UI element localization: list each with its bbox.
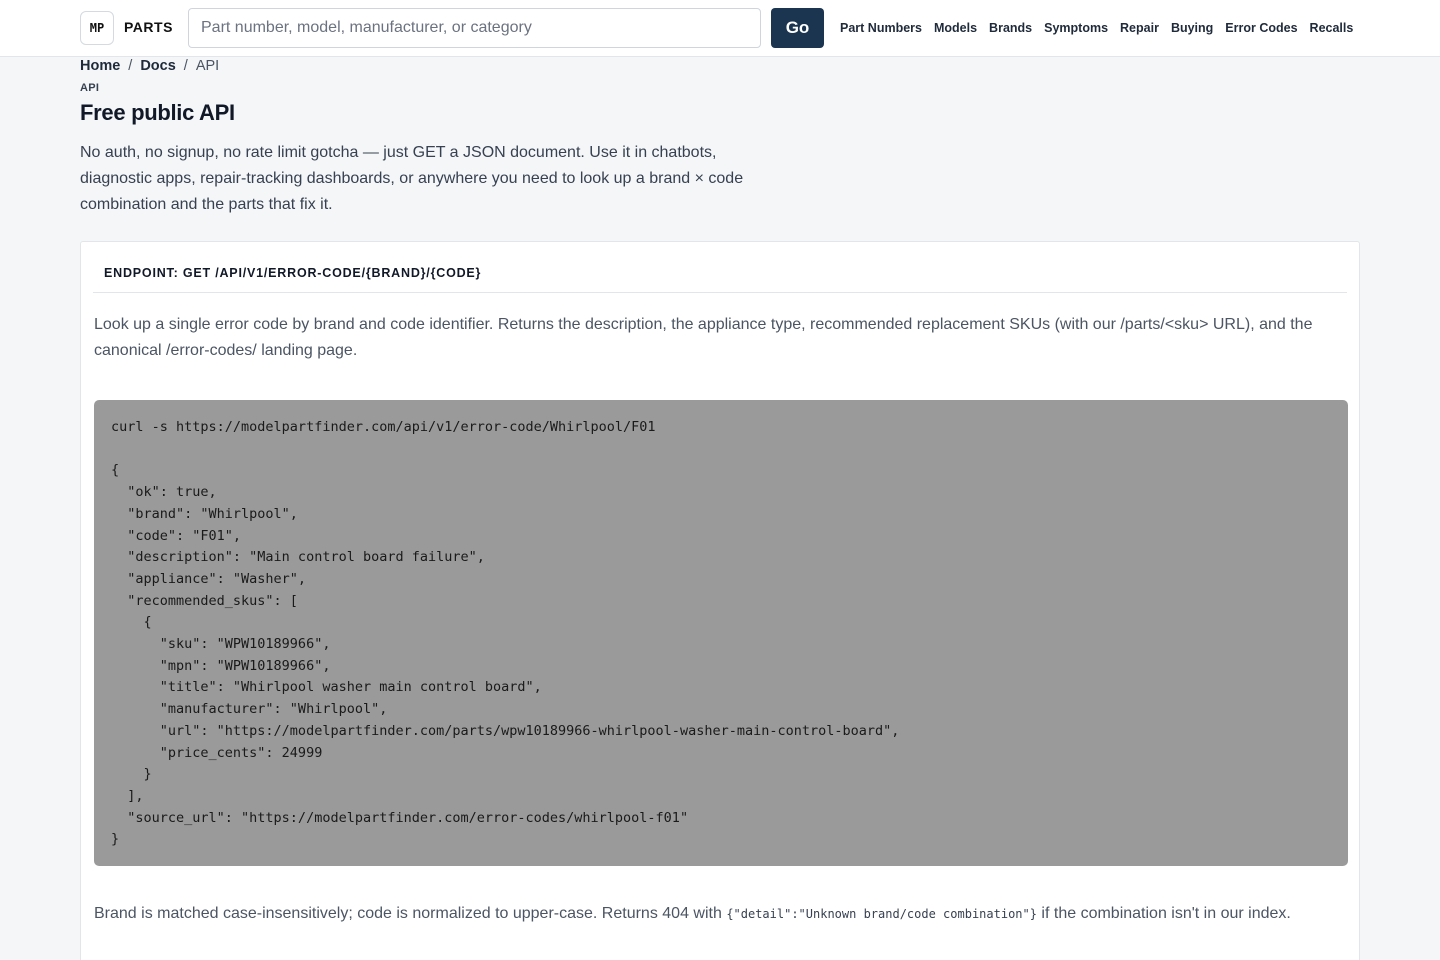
breadcrumb-home[interactable]: Home [80,58,120,74]
nav-recalls[interactable]: Recalls [1310,21,1354,35]
note-error-code: {"detail":"Unknown brand/code combinatio… [726,907,1037,921]
breadcrumb-docs[interactable]: Docs [140,58,175,74]
breadcrumb-separator: / [128,58,133,74]
page-title: Free public API [80,100,235,125]
endpoint-note: Brand is matched case-insensitively; cod… [94,900,1346,928]
breadcrumb-separator: / [183,58,188,74]
nav-brands[interactable]: Brands [989,21,1032,35]
endpoint-heading: ENDPOINT: GET /API/V1/ERROR-CODE/{BRAND}… [104,266,482,280]
go-button[interactable]: Go [771,8,824,48]
breadcrumb-current: API [195,58,220,74]
nav-part-numbers[interactable]: Part Numbers [840,21,922,35]
breadcrumb: Home / Docs / API [80,58,219,74]
section-eyebrow: API [80,82,100,94]
endpoint-card: ENDPOINT: GET /API/V1/ERROR-CODE/{BRAND}… [80,241,1360,960]
main-nav: Part Numbers Models Brands Symptoms Repa… [840,21,1353,35]
code-example[interactable]: curl -s https://modelpartfinder.com/api/… [94,400,1348,866]
endpoint-header: ENDPOINT: GET /API/V1/ERROR-CODE/{BRAND}… [93,242,1347,293]
note-text: Brand is matched case-insensitively; cod… [94,905,727,922]
nav-symptoms[interactable]: Symptoms [1044,21,1108,35]
endpoint-description: Look up a single error code by brand and… [94,316,1313,359]
nav-repair[interactable]: Repair [1120,21,1159,35]
note-text-end: if the combination isn't in our index. [1036,905,1291,922]
search-input[interactable] [188,8,761,48]
site-header: MP PARTS Go Part Numbers Models Brands S… [0,0,1440,57]
logo-text[interactable]: PARTS [124,19,173,35]
nav-models[interactable]: Models [934,21,977,35]
nav-buying[interactable]: Buying [1171,21,1213,35]
nav-error-codes[interactable]: Error Codes [1225,21,1297,35]
page-lede: No auth, no signup, no rate limit gotcha… [80,144,744,213]
logo-mark[interactable]: MP [80,11,114,45]
